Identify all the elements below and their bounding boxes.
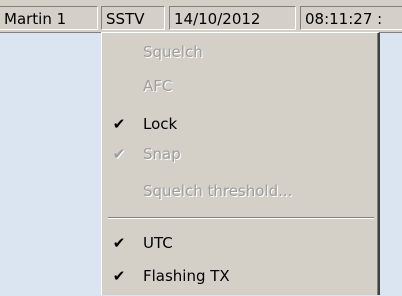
status-bar: Martin 1 SSTV 14/10/2012 08:11:27 :	[0, 0, 402, 32]
time-panel: 08:11:27 :	[300, 6, 402, 30]
menu-item-label: Squelch	[143, 43, 203, 61]
menu-separator	[108, 217, 374, 219]
menu-item-label: AFC	[143, 77, 173, 95]
menu-item-lock[interactable]: ✔ Lock	[102, 109, 378, 139]
context-menu: Squelch AFC ✔ Lock ✔ Snap Squelch thresh…	[101, 32, 380, 295]
date-panel: 14/10/2012	[169, 6, 296, 30]
menu-item-squelch-threshold[interactable]: Squelch threshold...	[102, 176, 378, 206]
menu-item-label: Flashing TX	[143, 267, 230, 285]
menu-item-afc[interactable]: AFC	[102, 71, 378, 101]
menu-item-label: Lock	[143, 115, 178, 133]
menu-item-squelch[interactable]: Squelch	[102, 37, 378, 67]
menu-item-label: UTC	[143, 234, 173, 252]
menu-item-utc[interactable]: ✔ UTC	[102, 228, 378, 258]
checkmark-icon: ✔	[112, 145, 126, 163]
checkmark-icon: ✔	[112, 234, 126, 252]
checkmark-icon: ✔	[112, 115, 126, 133]
menu-item-snap[interactable]: ✔ Snap	[102, 139, 378, 169]
menu-item-label: Snap	[143, 145, 181, 163]
menu-item-flashing-tx[interactable]: ✔ Flashing TX	[102, 261, 378, 291]
mode-panel[interactable]: Martin 1	[0, 6, 98, 30]
checkmark-icon: ✔	[112, 267, 126, 285]
menu-item-label: Squelch threshold...	[143, 182, 293, 200]
sstv-panel[interactable]: SSTV	[101, 6, 165, 30]
